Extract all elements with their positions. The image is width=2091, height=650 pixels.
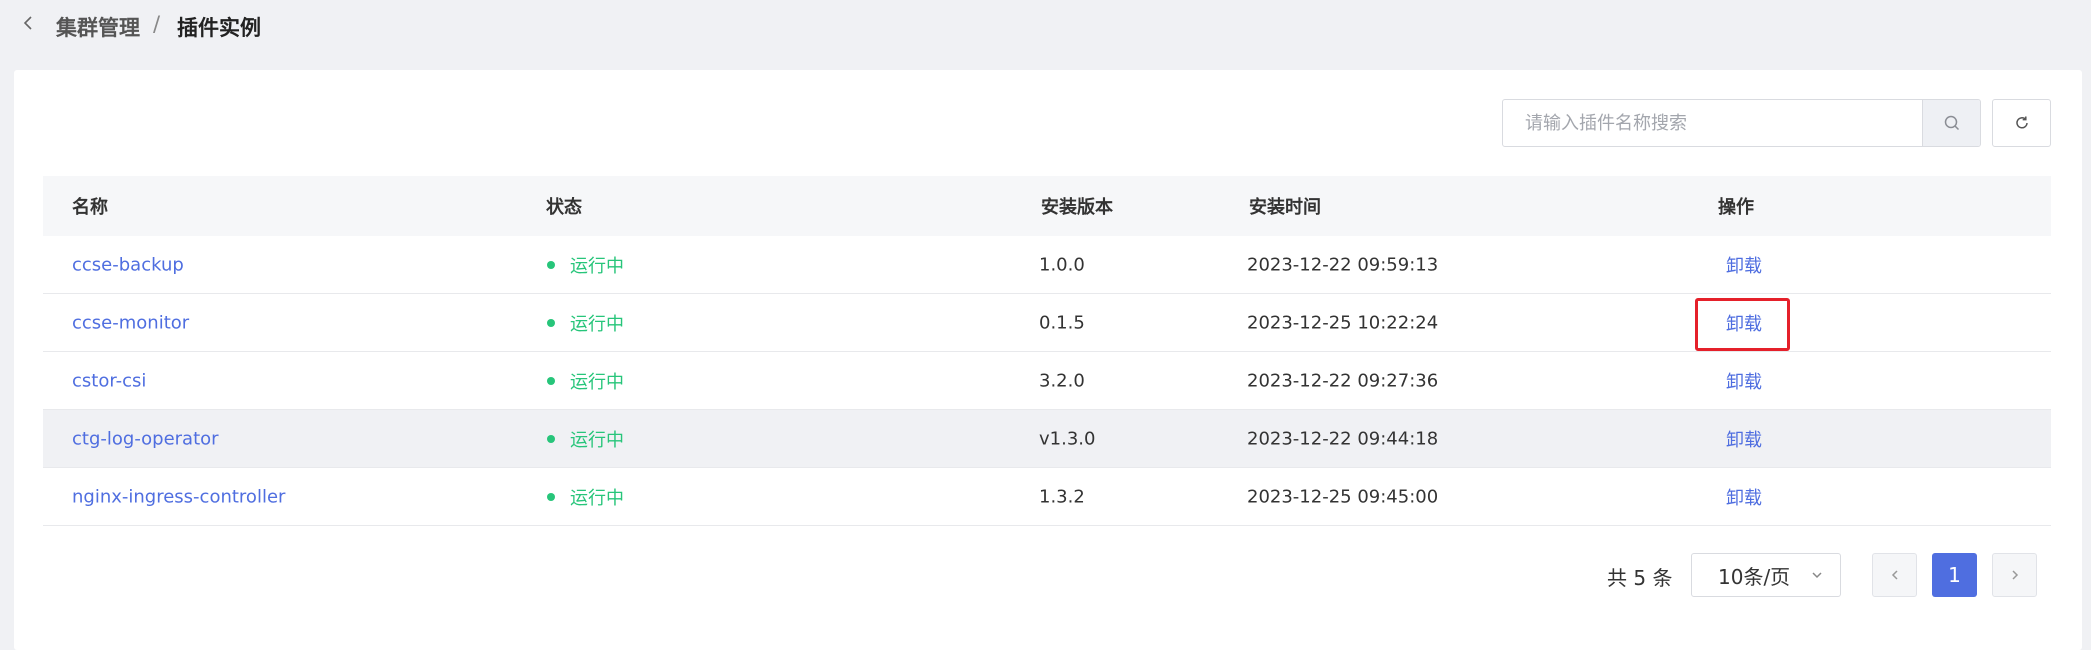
- column-header-status: 状态: [546, 197, 582, 218]
- table-row: ccse-monitor 运行中 0.1.5 2023-12-25 10:22:…: [43, 294, 2051, 352]
- status-text: 运行中: [570, 487, 624, 509]
- status-badge: 运行中: [547, 368, 624, 394]
- status-text: 运行中: [570, 255, 624, 277]
- search-icon: [1944, 115, 1959, 131]
- column-header-action: 操作: [1718, 197, 1754, 218]
- uninstall-button[interactable]: 卸载: [1726, 252, 1762, 278]
- chevron-right-icon: [2011, 570, 2018, 580]
- status-badge: 运行中: [547, 310, 624, 336]
- status-text: 运行中: [570, 371, 624, 393]
- search-box: [1502, 99, 1981, 147]
- status-badge: 运行中: [547, 252, 624, 278]
- status-dot-icon: [547, 434, 555, 443]
- install-time-cell: 2023-12-22 09:59:13: [1247, 254, 1439, 275]
- table-header: 名称 状态 安装版本 安装时间 操作: [43, 176, 2051, 236]
- column-header-version: 安装版本: [1041, 197, 1113, 218]
- chevron-down-icon: [1812, 572, 1822, 579]
- uninstall-button[interactable]: 卸载: [1726, 310, 1762, 336]
- table-row: ctg-log-operator 运行中 v1.3.0 2023-12-22 0…: [43, 410, 2051, 468]
- table-row: cstor-csi 运行中 3.2.0 2023-12-22 09:27:36 …: [43, 352, 2051, 410]
- chevron-left-icon: [1891, 570, 1898, 580]
- status-badge: 运行中: [547, 426, 624, 452]
- table-row: nginx-ingress-controller 运行中 1.3.2 2023-…: [43, 468, 2051, 526]
- status-text: 运行中: [570, 313, 624, 335]
- plugin-name-link[interactable]: ccse-monitor: [72, 312, 189, 333]
- table-row: ccse-backup 运行中 1.0.0 2023-12-22 09:59:1…: [43, 236, 2051, 294]
- version-cell: 3.2.0: [1039, 370, 1085, 391]
- prev-page-button[interactable]: [1872, 553, 1917, 597]
- plugin-name-link[interactable]: ccse-backup: [72, 254, 184, 275]
- back-chevron-icon[interactable]: [22, 12, 36, 34]
- search-button[interactable]: [1922, 100, 1980, 146]
- status-dot-icon: [547, 492, 555, 501]
- version-cell: v1.3.0: [1039, 428, 1096, 449]
- uninstall-button[interactable]: 卸载: [1726, 426, 1762, 452]
- status-dot-icon: [547, 376, 555, 385]
- total-count: 共 5 条: [1607, 566, 1673, 590]
- column-header-time: 安装时间: [1249, 197, 1321, 218]
- plugin-name-link[interactable]: ctg-log-operator: [72, 428, 219, 449]
- page-size-value: 10条/页: [1718, 564, 1791, 589]
- install-time-cell: 2023-12-22 09:27:36: [1247, 370, 1439, 391]
- uninstall-button[interactable]: 卸载: [1726, 484, 1762, 510]
- version-cell: 1.0.0: [1039, 254, 1085, 275]
- version-cell: 1.3.2: [1039, 486, 1085, 507]
- install-time-cell: 2023-12-25 09:45:00: [1247, 486, 1439, 507]
- breadcrumb-separator: /: [153, 12, 161, 36]
- status-dot-icon: [547, 318, 555, 327]
- version-cell: 0.1.5: [1039, 312, 1085, 333]
- column-header-name: 名称: [72, 197, 108, 218]
- breadcrumb-parent[interactable]: 集群管理: [56, 12, 140, 42]
- plugin-table: 名称 状态 安装版本 安装时间 操作 ccse-backup 运行中 1.0.0…: [43, 176, 2051, 526]
- page-size-select[interactable]: 10条/页: [1691, 553, 1841, 597]
- uninstall-button[interactable]: 卸载: [1726, 368, 1762, 394]
- plugin-name-link[interactable]: nginx-ingress-controller: [72, 486, 285, 507]
- refresh-button[interactable]: [1992, 99, 2051, 147]
- refresh-icon: [2015, 116, 2028, 129]
- content-card: 名称 状态 安装版本 安装时间 操作 ccse-backup 运行中 1.0.0…: [14, 70, 2082, 650]
- page-number-current[interactable]: 1: [1932, 553, 1977, 597]
- status-badge: 运行中: [547, 484, 624, 510]
- pagination: 共 5 条 10条/页 1: [14, 553, 2082, 597]
- next-page-button[interactable]: [1992, 553, 2037, 597]
- plugin-name-link[interactable]: cstor-csi: [72, 370, 146, 391]
- install-time-cell: 2023-12-22 09:44:18: [1247, 428, 1439, 449]
- status-dot-icon: [547, 260, 555, 269]
- search-input[interactable]: [1503, 100, 1922, 146]
- status-text: 运行中: [570, 429, 624, 451]
- breadcrumb: 集群管理 / 插件实例: [0, 0, 2091, 52]
- breadcrumb-current: 插件实例: [177, 16, 261, 40]
- install-time-cell: 2023-12-25 10:22:24: [1247, 312, 1439, 333]
